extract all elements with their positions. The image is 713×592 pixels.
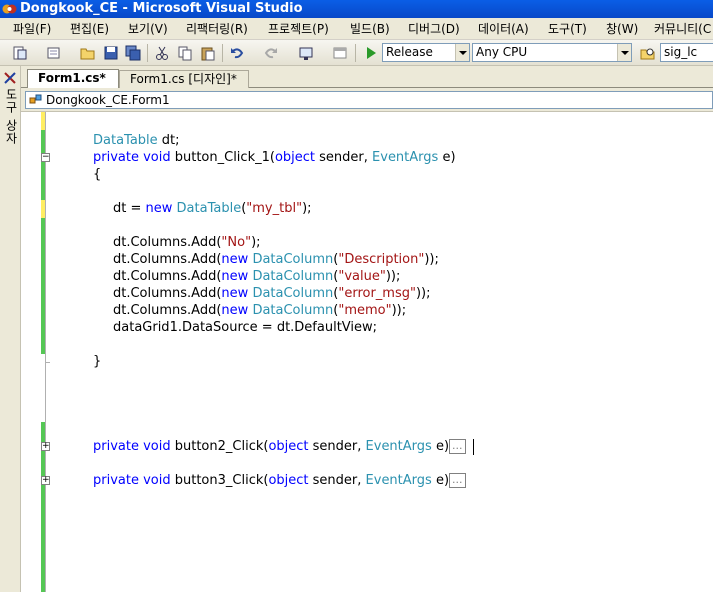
chevron-down-icon[interactable] bbox=[455, 44, 469, 61]
code-line: private void button2_Click(object sender… bbox=[93, 438, 466, 455]
code-line: dt.Columns.Add(new DataColumn("value")); bbox=[113, 269, 401, 284]
collapsed-region[interactable]: ... bbox=[449, 439, 466, 454]
menu-debug[interactable]: 디버그(D) bbox=[408, 21, 460, 37]
navigation-bar: Dongkook_CE.Form1 bbox=[21, 88, 713, 112]
toolbar-separator bbox=[147, 44, 148, 62]
code-line: dt.Columns.Add(new DataColumn("error_msg… bbox=[113, 286, 431, 301]
code-line: dt.Columns.Add("No"); bbox=[113, 235, 261, 250]
window-icon[interactable] bbox=[332, 45, 348, 61]
menu-file[interactable]: 파일(F) bbox=[13, 21, 51, 37]
code-line: DataTable dt; bbox=[93, 133, 180, 148]
open-folder-icon[interactable] bbox=[80, 45, 96, 61]
menu-build[interactable]: 빌드(B) bbox=[350, 21, 390, 37]
code-line: private void button_Click_1(object sende… bbox=[93, 150, 456, 165]
menu-tools[interactable]: 도구(T) bbox=[548, 21, 587, 37]
paste-icon[interactable] bbox=[200, 45, 216, 61]
code-line: dt.Columns.Add(new DataColumn("Descripti… bbox=[113, 252, 439, 267]
code-line: } bbox=[93, 354, 102, 369]
code-line: dt.Columns.Add(new DataColumn("memo")); bbox=[113, 303, 407, 318]
document-tabs: Form1.cs* Form1.cs [디자인]* bbox=[21, 66, 713, 89]
class-icon bbox=[29, 94, 42, 104]
configuration-value: Release bbox=[386, 45, 433, 59]
tab-form1-code[interactable]: Form1.cs* bbox=[27, 69, 119, 89]
find-in-files-icon[interactable] bbox=[640, 45, 656, 61]
tab-form1-designer[interactable]: Form1.cs [디자인]* bbox=[119, 70, 249, 89]
menu-project[interactable]: 프로젝트(P) bbox=[268, 21, 329, 37]
navigate-icon[interactable] bbox=[298, 45, 314, 61]
menu-edit[interactable]: 편집(E) bbox=[70, 21, 109, 37]
toolbox-strip[interactable]: 도구 상자 bbox=[0, 66, 21, 592]
add-item-icon[interactable] bbox=[46, 45, 62, 61]
menu-community[interactable]: 커뮤니티(C bbox=[654, 21, 711, 37]
menu-refactor[interactable]: 리팩터링(R) bbox=[186, 21, 248, 37]
new-project-icon[interactable] bbox=[12, 45, 28, 61]
toolbar-separator bbox=[222, 44, 223, 62]
undo-icon[interactable] bbox=[229, 45, 245, 61]
title-bar: Dongkook_CE - Microsoft Visual Studio bbox=[0, 0, 713, 18]
window-title: Dongkook_CE - Microsoft Visual Studio bbox=[20, 1, 303, 16]
menu-data[interactable]: 데이터(A) bbox=[478, 21, 529, 37]
code-editor[interactable]: − + + DataTable dt; private void button_… bbox=[21, 112, 713, 592]
toolbar-separator bbox=[355, 44, 356, 62]
code-line: private void button3_Click(object sender… bbox=[93, 472, 466, 489]
menu-view[interactable]: 보기(V) bbox=[128, 21, 168, 37]
platform-value: Any CPU bbox=[476, 45, 528, 59]
find-value: sig_lc bbox=[664, 45, 698, 59]
code-line: { bbox=[93, 167, 102, 182]
solution-platform-dropdown[interactable]: Any CPU bbox=[472, 43, 632, 62]
toolbox-icon[interactable] bbox=[3, 71, 17, 85]
class-name: Dongkook_CE.Form1 bbox=[46, 93, 170, 107]
code-line: dataGrid1.DataSource = dt.DefaultView; bbox=[113, 320, 378, 335]
class-dropdown[interactable]: Dongkook_CE.Form1 bbox=[25, 91, 713, 109]
copy-icon[interactable] bbox=[177, 45, 193, 61]
collapsed-region[interactable]: ... bbox=[449, 473, 466, 488]
standard-toolbar: Release Any CPU sig_lc bbox=[0, 40, 713, 66]
start-debugging-icon[interactable] bbox=[363, 45, 379, 61]
text-caret bbox=[473, 439, 474, 455]
redo-icon[interactable] bbox=[263, 45, 279, 61]
save-icon[interactable] bbox=[103, 45, 119, 61]
solution-configuration-dropdown[interactable]: Release bbox=[382, 43, 470, 62]
toolbox-label[interactable]: 도구 상자 bbox=[3, 88, 18, 145]
menu-window[interactable]: 창(W) bbox=[606, 21, 638, 37]
menu-bar: 파일(F) 편집(E) 보기(V) 리팩터링(R) 프로젝트(P) 빌드(B) … bbox=[0, 18, 713, 40]
chevron-down-icon[interactable] bbox=[617, 44, 631, 61]
visual-studio-icon bbox=[2, 4, 17, 14]
cut-icon[interactable] bbox=[154, 45, 170, 61]
find-input[interactable]: sig_lc bbox=[660, 43, 713, 62]
save-all-icon[interactable] bbox=[125, 45, 141, 61]
code-line: dt = new DataTable("my_tbl"); bbox=[113, 201, 312, 216]
code-text: DataTable dt; private void button_Click_… bbox=[21, 112, 713, 592]
